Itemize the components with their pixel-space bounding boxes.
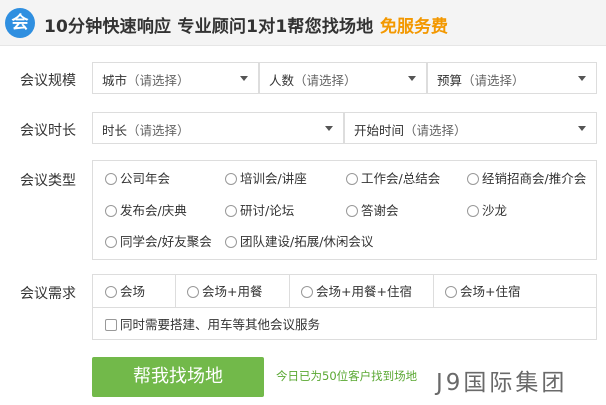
needs-option-venue-stay[interactable]: 会场+住宿: [445, 284, 520, 300]
divider: [433, 275, 434, 307]
divider: [175, 275, 176, 307]
length-select[interactable]: 时长（请选择）: [92, 112, 344, 144]
checkbox-icon: [105, 319, 117, 331]
needs-option-venue-meal-stay[interactable]: 会场+用餐+住宿: [301, 284, 412, 300]
type-label: 会议类型: [20, 173, 76, 189]
radio-icon: [346, 205, 358, 217]
radio-icon: [346, 173, 358, 185]
radio-icon: [301, 286, 313, 298]
radio-icon: [445, 286, 457, 298]
city-select-label: 城市（请选择）: [102, 73, 190, 88]
radio-icon: [187, 286, 199, 298]
type-option-dealer[interactable]: 经销招商会/推介会: [467, 171, 586, 187]
radio-icon: [467, 205, 479, 217]
radio-icon: [105, 286, 117, 298]
budget-select-label: 预算（请选择）: [437, 73, 525, 88]
watermark: J9国际集团: [436, 370, 568, 396]
needs-option-venue[interactable]: 会场: [105, 284, 145, 300]
type-option-launch[interactable]: 发布会/庆典: [105, 203, 187, 219]
type-option-forum[interactable]: 研讨/论坛: [225, 203, 294, 219]
start-time-select-label: 开始时间（请选择）: [354, 123, 467, 138]
type-option-thanks[interactable]: 答谢会: [346, 203, 399, 219]
type-options-box: 公司年会 培训会/讲座 工作会/总结会 经销招商会/推介会 发布会/庆典 研讨/…: [92, 160, 597, 260]
radio-icon: [225, 173, 237, 185]
length-select-label: 时长（请选择）: [102, 123, 190, 138]
chevron-down-icon: [408, 76, 416, 81]
header-title: 10分钟快速响应 专业顾问1对1帮您找场地: [44, 17, 374, 37]
needs-option-venue-meal[interactable]: 会场+用餐: [187, 284, 262, 300]
duration-label: 会议时长: [20, 123, 76, 139]
start-time-select[interactable]: 开始时间（请选择）: [344, 112, 597, 144]
submit-note: 今日已为50位客户找到场地: [276, 369, 418, 383]
divider: [289, 275, 290, 307]
needs-label: 会议需求: [20, 286, 76, 302]
radio-icon: [225, 236, 237, 248]
type-option-teambuilding[interactable]: 团队建设/拓展/休闲会议: [225, 234, 373, 250]
radio-icon: [105, 173, 117, 185]
budget-select[interactable]: 预算（请选择）: [427, 62, 597, 94]
divider: [93, 307, 596, 308]
radio-icon: [105, 236, 117, 248]
needs-options-box: 会场 会场+用餐 会场+用餐+住宿 会场+住宿 同时需要搭建、用车等其他会议服务: [92, 274, 597, 340]
find-venue-button[interactable]: 帮我找场地: [92, 357, 264, 397]
people-select[interactable]: 人数（请选择）: [259, 62, 427, 94]
type-option-training[interactable]: 培训会/讲座: [225, 171, 307, 187]
needs-extra-checkbox[interactable]: 同时需要搭建、用车等其他会议服务: [105, 317, 320, 333]
city-select[interactable]: 城市（请选择）: [92, 62, 259, 94]
logo-icon: 会: [5, 8, 35, 38]
chevron-down-icon: [325, 126, 333, 131]
radio-icon: [105, 205, 117, 217]
people-select-label: 人数（请选择）: [269, 73, 357, 88]
chevron-down-icon: [578, 76, 586, 81]
type-option-salon[interactable]: 沙龙: [467, 203, 507, 219]
type-option-work[interactable]: 工作会/总结会: [346, 171, 440, 187]
chevron-down-icon: [240, 76, 248, 81]
header-bar: 会 10分钟快速响应 专业顾问1对1帮您找场地 免服务费: [0, 0, 606, 46]
header-free-badge: 免服务费: [380, 17, 448, 37]
type-option-reunion[interactable]: 同学会/好友聚会: [105, 234, 212, 250]
chevron-down-icon: [578, 126, 586, 131]
type-option-annual[interactable]: 公司年会: [105, 171, 170, 187]
radio-icon: [467, 173, 479, 185]
radio-icon: [225, 205, 237, 217]
scale-label: 会议规模: [20, 73, 76, 89]
